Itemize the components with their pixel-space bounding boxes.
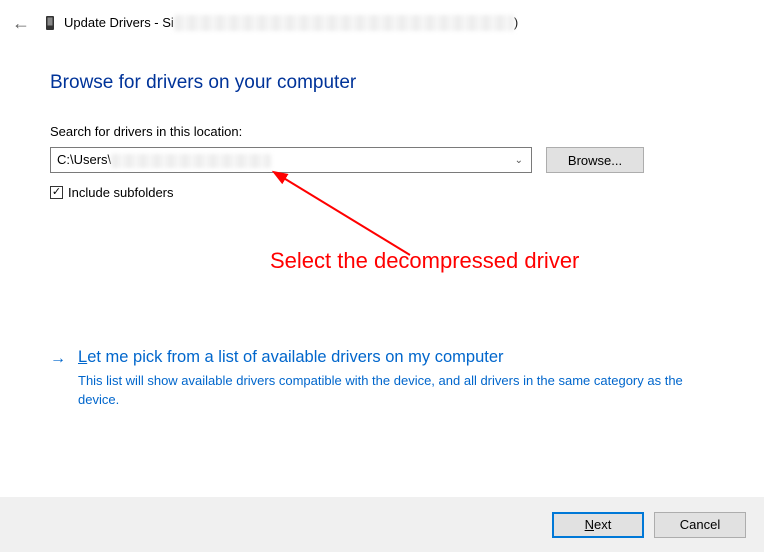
pick-description: This list will show available drivers co…	[78, 372, 700, 410]
back-arrow-icon[interactable]: ←	[12, 14, 30, 32]
title-row: Update Drivers - Si)	[44, 14, 518, 32]
next-button[interactable]: Next	[552, 512, 644, 538]
include-subfolders-checkbox[interactable]: ✓ Include subfolders	[50, 185, 714, 200]
title-prefix: Update Drivers - Si	[64, 15, 174, 30]
device-icon	[44, 14, 56, 32]
include-subfolders-label: Include subfolders	[68, 185, 174, 200]
browse-button[interactable]: Browse...	[546, 147, 644, 173]
path-prefix: C:\Users\	[57, 152, 111, 167]
path-value: C:\Users\	[57, 152, 271, 168]
window-title: Update Drivers - Si)	[64, 15, 518, 32]
pick-link-rest: et me pick from a list of available driv…	[87, 348, 503, 366]
pick-link-accel: L	[78, 348, 87, 366]
footer-bar: Next Cancel	[0, 497, 764, 552]
path-redacted	[111, 154, 271, 168]
title-suffix: )	[514, 15, 518, 30]
page-heading: Browse for drivers on your computer	[50, 72, 714, 94]
chevron-down-icon[interactable]: ⌄	[515, 155, 523, 166]
next-accel: N	[585, 517, 594, 532]
checkbox-indicator: ✓	[50, 186, 63, 199]
pick-from-list-link[interactable]: Let me pick from a list of available dri…	[78, 348, 504, 367]
annotation-text: Select the decompressed driver	[270, 248, 579, 274]
pick-section: → Let me pick from a list of available d…	[50, 348, 700, 410]
location-label: Search for drivers in this location:	[50, 124, 714, 139]
arrow-right-icon: →	[50, 350, 66, 368]
next-rest: ext	[594, 517, 611, 532]
title-redacted	[174, 15, 514, 31]
cancel-button[interactable]: Cancel	[654, 512, 746, 538]
path-row: C:\Users\ ⌄ Browse...	[50, 147, 714, 173]
titlebar: ← Update Drivers - Si)	[0, 0, 764, 50]
path-combobox[interactable]: C:\Users\ ⌄	[50, 147, 532, 173]
